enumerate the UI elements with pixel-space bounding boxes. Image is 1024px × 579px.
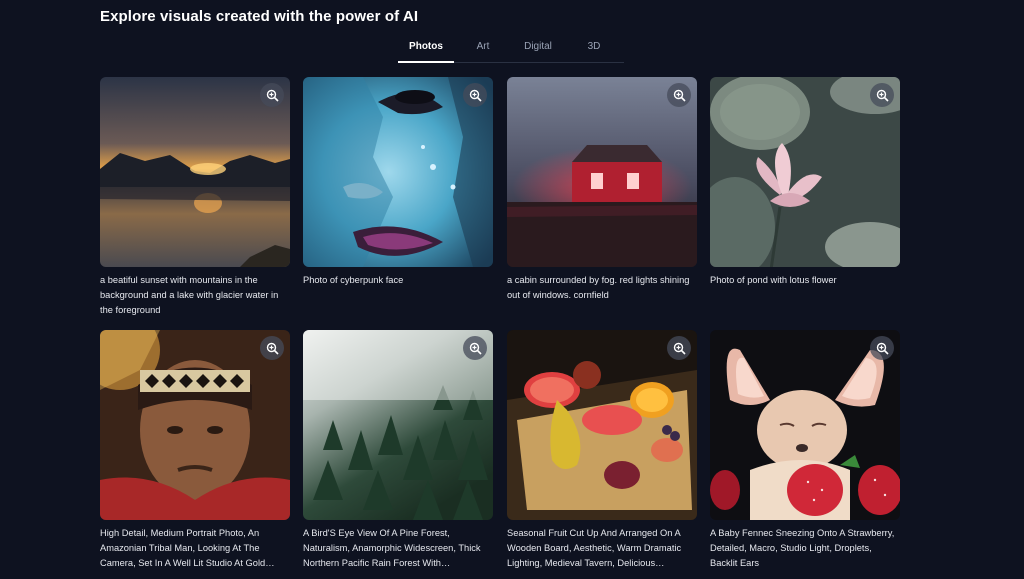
zoom-in-icon xyxy=(673,89,686,102)
image-pine-forest[interactable] xyxy=(303,330,493,520)
image-caption: Photo of cyberpunk face xyxy=(303,275,404,285)
gallery-card[interactable]: a beatiful sunset with mountains in the … xyxy=(100,77,290,318)
image-foggy-cabin[interactable] xyxy=(507,77,697,267)
image-lotus-pond[interactable] xyxy=(710,77,900,267)
zoom-in-icon xyxy=(266,89,279,102)
zoom-in-icon xyxy=(469,342,482,355)
tab-3d[interactable]: 3D xyxy=(574,38,614,61)
zoom-button[interactable] xyxy=(870,83,894,107)
image-baby-fennec[interactable] xyxy=(710,330,900,520)
tab-digital[interactable]: Digital xyxy=(514,38,562,61)
gallery-card[interactable]: High Detail, Medium Portrait Photo, An A… xyxy=(100,330,290,571)
image-sunset-lake[interactable] xyxy=(100,77,290,267)
gallery-card[interactable]: Photo of pond with lotus flower xyxy=(710,77,900,288)
image-fruit-board[interactable] xyxy=(507,330,697,520)
gallery-card[interactable]: a cabin surrounded by fog. red lights sh… xyxy=(507,77,697,303)
gallery-card[interactable]: Seasonal Fruit Cut Up And Arranged On A … xyxy=(507,330,697,571)
tab-photos[interactable]: Photos xyxy=(398,38,454,63)
image-caption: High Detail, Medium Portrait Photo, An A… xyxy=(100,528,275,568)
zoom-button[interactable] xyxy=(667,83,691,107)
zoom-button[interactable] xyxy=(667,336,691,360)
image-caption: A Baby Fennec Sneezing Onto A Strawberry… xyxy=(710,528,895,568)
zoom-button[interactable] xyxy=(870,336,894,360)
image-caption: a beatiful sunset with mountains in the … xyxy=(100,275,279,315)
page-title: Explore visuals created with the power o… xyxy=(100,8,419,25)
gallery-card[interactable]: A Bird'S Eye View Of A Pine Forest, Natu… xyxy=(303,330,493,571)
image-caption: A Bird'S Eye View Of A Pine Forest, Natu… xyxy=(303,528,481,568)
image-caption: Seasonal Fruit Cut Up And Arranged On A … xyxy=(507,528,682,568)
image-caption: a cabin surrounded by fog. red lights sh… xyxy=(507,275,690,300)
tab-art[interactable]: Art xyxy=(464,38,502,61)
zoom-button[interactable] xyxy=(260,336,284,360)
zoom-in-icon xyxy=(876,89,889,102)
zoom-button[interactable] xyxy=(463,83,487,107)
zoom-button[interactable] xyxy=(463,336,487,360)
zoom-in-icon xyxy=(673,342,686,355)
gallery-card[interactable]: Photo of cyberpunk face xyxy=(303,77,493,288)
gallery-card[interactable]: A Baby Fennec Sneezing Onto A Strawberry… xyxy=(710,330,900,571)
zoom-in-icon xyxy=(876,342,889,355)
zoom-button[interactable] xyxy=(260,83,284,107)
zoom-in-icon xyxy=(266,342,279,355)
category-tabs: Photos Art Digital 3D xyxy=(398,38,624,63)
image-tribal-portrait[interactable] xyxy=(100,330,290,520)
zoom-in-icon xyxy=(469,89,482,102)
image-cyberpunk-face[interactable] xyxy=(303,77,493,267)
image-caption: Photo of pond with lotus flower xyxy=(710,275,837,285)
